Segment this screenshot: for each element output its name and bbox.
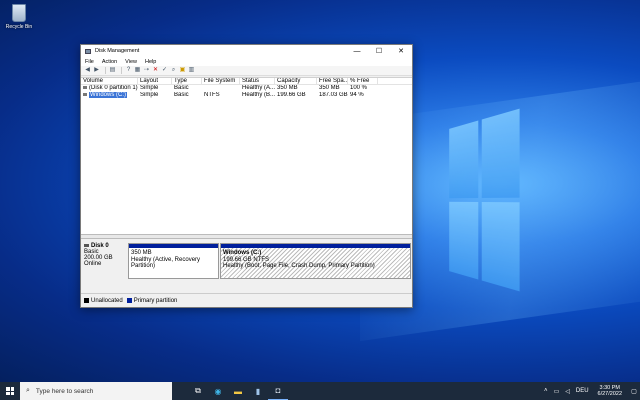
- volume-icon: [83, 85, 87, 89]
- desktop: Recycle Bin Disk Management — ☐ ✕ File A…: [0, 0, 640, 382]
- menu-bar: File Action View Help: [81, 57, 412, 66]
- column-capacity[interactable]: Capacity: [275, 77, 317, 85]
- disk-label[interactable]: Disk 0 Basic 200.00 GB Online: [84, 243, 126, 279]
- menu-view[interactable]: View: [125, 59, 137, 65]
- volume-icon[interactable]: ◁: [565, 388, 570, 395]
- view-icon[interactable]: ▥: [188, 67, 195, 74]
- taskbar: ⌕ Type here to search ⧉ ◉ ▬ ▮ ◘ ˄ ▭ ◁ DE…: [0, 382, 640, 400]
- window-title: Disk Management: [95, 48, 140, 54]
- cell-percent-free: 100 %: [350, 85, 368, 91]
- column-layout[interactable]: Layout: [138, 77, 172, 85]
- menu-file[interactable]: File: [85, 59, 94, 65]
- cell-type: Basic: [174, 85, 189, 91]
- menu-action[interactable]: Action: [102, 59, 117, 65]
- maximize-button[interactable]: ☐: [368, 45, 390, 57]
- cell-file-system: [202, 85, 240, 92]
- partition-recovery[interactable]: 350 MB Healthy (Active, Recovery Partiti…: [128, 243, 219, 279]
- recycle-bin-label: Recycle Bin: [5, 24, 33, 30]
- network-icon[interactable]: ▭: [554, 388, 560, 395]
- toolbar-separator: [105, 67, 106, 74]
- forward-icon[interactable]: ▶: [93, 67, 100, 74]
- file-explorer-icon[interactable]: ▬: [228, 382, 248, 400]
- volume-list-header: Volume Layout Type File System Status Ca…: [81, 77, 412, 85]
- system-tray: ˄ ▭ ◁ DEU 3:30 PM 6/27/2022 ▢: [541, 382, 640, 400]
- notification-icon[interactable]: ▢: [628, 382, 640, 400]
- cell-volume-selected: Windows (C:): [89, 92, 128, 98]
- disk-icon[interactable]: ▣: [179, 67, 186, 74]
- column-free-space[interactable]: Free Spa...: [317, 77, 348, 85]
- language-indicator[interactable]: DEU: [576, 388, 589, 394]
- cell-free-space: 350 MB: [319, 85, 340, 91]
- disk-graph-pane: Disk 0 Basic 200.00 GB Online 350 MB Hea…: [81, 239, 412, 285]
- volume-icon: [83, 92, 87, 96]
- windows-start-icon: [6, 387, 14, 395]
- minimize-button[interactable]: —: [346, 45, 368, 57]
- cell-layout: Simple: [140, 92, 159, 98]
- disk-status: Online: [84, 261, 102, 267]
- menu-help[interactable]: Help: [145, 59, 156, 65]
- chevron-up-icon[interactable]: ˄: [544, 388, 548, 394]
- task-view-icon[interactable]: ⧉: [188, 382, 208, 400]
- volume-list[interactable]: Volume Layout Type File System Status Ca…: [81, 77, 412, 234]
- table-row[interactable]: (Disk 0 partition 1) Simple Basic Health…: [81, 85, 412, 92]
- disk-management-app-icon: [85, 48, 91, 54]
- help-icon[interactable]: ?: [125, 67, 132, 74]
- recycle-bin-icon: [12, 4, 26, 22]
- properties-icon[interactable]: ▦: [134, 67, 141, 74]
- legend-unallocated: Unallocated: [91, 297, 123, 304]
- cell-status: Healthy (A...: [242, 85, 275, 91]
- start-button[interactable]: [0, 382, 20, 400]
- delete-icon[interactable]: ✕: [152, 67, 159, 74]
- cell-file-system: NTFS: [204, 92, 220, 98]
- column-file-system[interactable]: File System: [202, 77, 240, 85]
- cell-type: Basic: [174, 92, 189, 98]
- cell-status: Healthy (B...: [242, 92, 275, 98]
- legend-swatch-unallocated: [84, 298, 89, 303]
- disk-management-window[interactable]: Disk Management — ☐ ✕ File Action View H…: [80, 44, 413, 308]
- cell-volume: (Disk 0 partition 1): [89, 85, 138, 91]
- column-type[interactable]: Type: [172, 77, 202, 85]
- legend-primary-partition: Primary partition: [133, 297, 178, 304]
- recycle-bin[interactable]: Recycle Bin: [3, 4, 35, 30]
- close-button[interactable]: ✕: [390, 45, 412, 57]
- cell-capacity: 199.66 GB: [277, 92, 306, 98]
- cell-free-space: 187.03 GB: [319, 92, 348, 98]
- search-box[interactable]: ⌕ Type here to search: [20, 382, 172, 400]
- explore-icon[interactable]: ⌕: [170, 67, 177, 74]
- cell-percent-free: 94 %: [350, 92, 364, 98]
- table-row[interactable]: Windows (C:) Simple Basic NTFS Healthy (…: [81, 92, 412, 99]
- legend-swatch-primary: [126, 298, 132, 303]
- partition-status: Healthy (Active, Recovery Partition): [131, 256, 201, 270]
- cell-layout: Simple: [140, 85, 159, 91]
- disk-icon: [84, 243, 89, 247]
- partition-status: Healthy (Boot, Page File, Crash Dump, Pr…: [223, 263, 375, 269]
- column-status[interactable]: Status: [240, 77, 275, 85]
- clock[interactable]: 3:30 PM 6/27/2022: [598, 385, 622, 397]
- check-icon[interactable]: ✓: [161, 67, 168, 74]
- toolbar: ◀ ▶ ▤ ? ▦ ⇢ ✕ ✓ ⌕ ▣ ▥: [81, 66, 412, 76]
- partition-windows-c[interactable]: Windows (C:) 199.66 GB NTFS Healthy (Boo…: [220, 243, 411, 279]
- connect-icon[interactable]: ⇢: [143, 67, 150, 74]
- legend: Unallocated Primary partition: [81, 293, 412, 307]
- back-icon[interactable]: ◀: [84, 67, 91, 74]
- cell-capacity: 350 MB: [277, 85, 298, 91]
- search-icon: ⌕: [26, 387, 30, 394]
- search-placeholder: Type here to search: [35, 387, 94, 395]
- column-volume[interactable]: Volume: [81, 77, 138, 85]
- windows-logo-wallpaper: [449, 108, 520, 292]
- disk-management-icon[interactable]: ◘: [268, 382, 288, 400]
- server-manager-icon[interactable]: ▮: [248, 382, 268, 400]
- column-percent-free[interactable]: % Free: [348, 77, 378, 85]
- list-icon[interactable]: ▤: [109, 67, 116, 74]
- clock-date: 6/27/2022: [597, 391, 622, 397]
- toolbar-separator: [121, 67, 122, 74]
- edge-icon[interactable]: ◉: [208, 382, 228, 400]
- title-bar[interactable]: Disk Management — ☐ ✕: [81, 45, 412, 57]
